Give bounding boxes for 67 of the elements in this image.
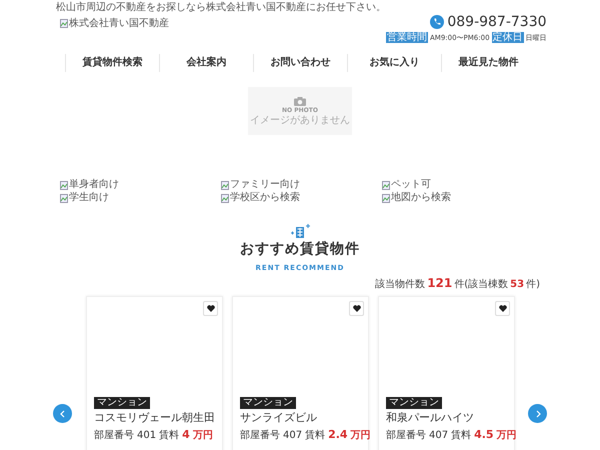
previous-button[interactable] (53, 404, 72, 423)
rent-label: 賃料 (305, 428, 326, 442)
phone-icon (430, 15, 444, 29)
building-count: 53 (510, 279, 524, 290)
broken-image-icon (382, 180, 390, 190)
room-number: 401 (137, 430, 156, 441)
rent-unit: 万円 (496, 429, 517, 442)
room-label: 部屋番号 (240, 428, 280, 442)
favorite-button[interactable] (495, 301, 510, 316)
property-card[interactable]: マンション コスモリヴェール朝生田 部屋番号 401 賃料 4 万円 (86, 296, 223, 450)
nav-link[interactable]: 賃貸物件検索 (65, 54, 159, 72)
link-alt-text[interactable]: ペット可 (391, 179, 431, 191)
nav-link[interactable]: 最近見た物件 (441, 54, 535, 72)
favorite-button[interactable] (203, 301, 218, 316)
room-number: 407 (429, 430, 448, 441)
room-number: 407 (283, 430, 302, 441)
link-alt-text[interactable]: ファミリー向け (230, 179, 300, 191)
nav-link[interactable]: お気に入り (347, 54, 441, 72)
heart-icon (498, 305, 506, 312)
broken-image-icon (221, 194, 229, 202)
next-button[interactable] (528, 404, 547, 423)
property-card[interactable]: マンション サンライズビル 部屋番号 407 賃料 2.4 万円 (232, 296, 369, 450)
property-name[interactable]: 和泉パールハイツ (386, 411, 474, 425)
property-type-tag: マンション (94, 397, 150, 409)
rent-label: 賃料 (159, 428, 180, 442)
section-title: おすすめ賃貸物件 (240, 240, 360, 258)
nav-link[interactable]: お問い合わせ (253, 54, 347, 72)
rent-unit: 万円 (192, 429, 213, 442)
broken-image-icon (382, 194, 390, 202)
link-alt-text[interactable]: 学校区から検索 (230, 192, 300, 204)
rent-amount: 4 (182, 428, 190, 441)
property-type-tag: マンション (240, 397, 296, 409)
rent-unit: 万円 (350, 429, 371, 442)
no-photo-caption: イメージがありません (250, 114, 350, 126)
rent-amount: 2.4 (328, 428, 348, 441)
rent-label: 賃料 (451, 428, 472, 442)
hours-label: 営業時間 (386, 32, 428, 43)
heart-icon (352, 305, 360, 312)
room-label: 部屋番号 (94, 428, 134, 442)
rent-amount: 4.5 (474, 428, 494, 441)
camera-icon (294, 96, 306, 106)
property-count: 121 (427, 276, 452, 290)
count-label: 該当物件数 (375, 278, 426, 291)
broken-image-icon (60, 18, 68, 28)
link-alt-text[interactable]: 学生向け (69, 192, 109, 204)
chevron-left-icon (58, 410, 66, 418)
heart-icon (206, 305, 214, 312)
property-card[interactable]: マンション 和泉パールハイツ 部屋番号 407 賃料 4.5 万円 (378, 296, 515, 450)
chevron-right-icon (534, 410, 542, 418)
count-end: 件) (526, 278, 540, 291)
room-label: 部屋番号 (386, 428, 426, 442)
favorite-button[interactable] (349, 301, 364, 316)
phone-number[interactable]: 089-987-7330 (447, 14, 547, 30)
holiday-label: 定休日 (492, 32, 524, 43)
link-alt-text[interactable]: 単身者向け (69, 179, 119, 191)
logo-alt-text[interactable]: 株式会社青い国不動産 (69, 16, 169, 30)
tagline: 松山市周辺の不動産をお探しなら株式会社青い国不動産にお任せ下さい。 (56, 0, 386, 14)
broken-image-icon (60, 180, 68, 190)
broken-image-icon (221, 180, 229, 190)
property-name[interactable]: サンライズビル (240, 411, 317, 425)
property-name[interactable]: コスモリヴェール朝生田 (94, 411, 215, 425)
link-alt-text[interactable]: 地図から検索 (391, 192, 451, 204)
property-type-tag: マンション (386, 397, 442, 409)
nav-link[interactable]: 会社案内 (159, 54, 253, 72)
count-unit: 件(該当棟数 (454, 278, 508, 291)
broken-image-icon (60, 194, 68, 202)
building-icon (289, 224, 311, 238)
